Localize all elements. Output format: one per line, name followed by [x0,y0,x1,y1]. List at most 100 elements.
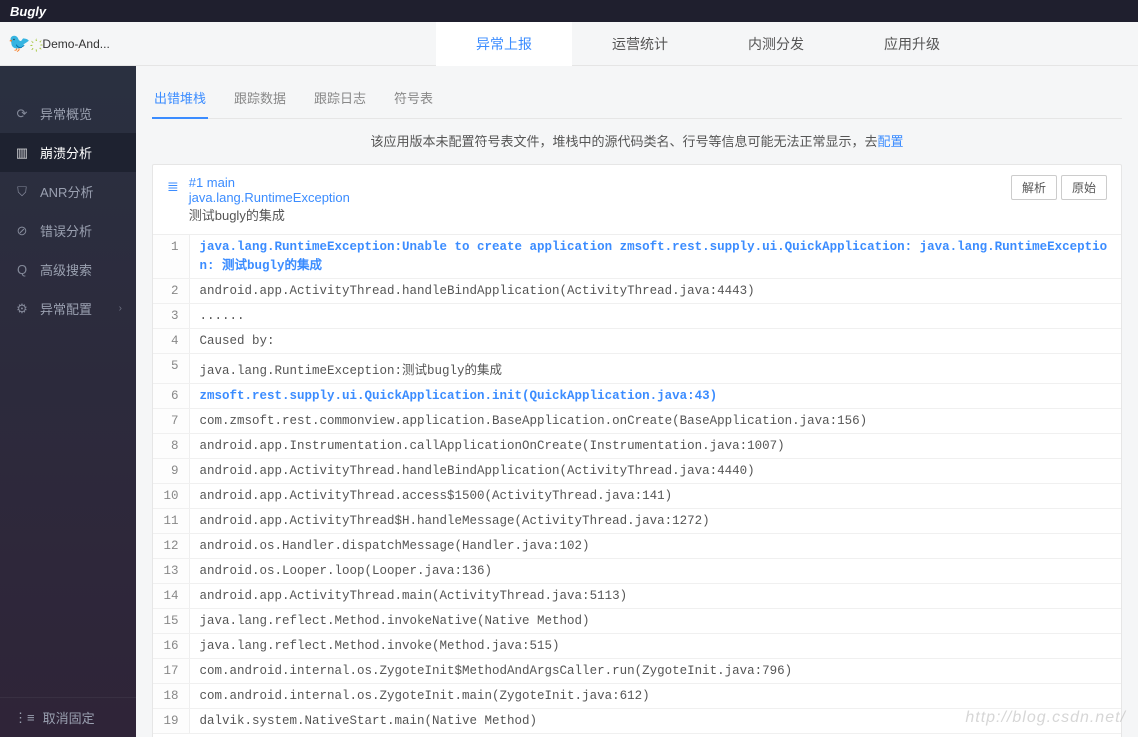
stack-row: 16java.lang.reflect.Method.invoke(Method… [153,634,1121,659]
line-number: 11 [153,509,189,534]
sub-tab-0[interactable]: 出错堆栈 [152,82,208,119]
stack-row: 11android.app.ActivityThread$H.handleMes… [153,509,1121,534]
line-number: 17 [153,659,189,684]
line-number: 6 [153,384,189,409]
stack-line: android.app.ActivityThread.handleBindApp… [189,279,1121,304]
stack-line: Caused by: [189,329,1121,354]
pulse-icon: ⛉ [14,184,30,200]
sidebar-item-label: 崩溃分析 [40,143,92,162]
top-tab-2[interactable]: 内测分发 [708,22,844,66]
sidebar-item-2[interactable]: ⛉ANR分析 [0,172,136,211]
line-number: 16 [153,634,189,659]
chevron-right-icon: › [119,303,122,314]
sidebar-item-5[interactable]: ⚙ 异常配置 › [0,289,136,328]
stack-row: 18com.android.internal.os.ZygoteInit.mai… [153,684,1121,709]
stack-line: com.zmsoft.rest.commonview.application.B… [189,409,1121,434]
stack-line: dalvik.system.NativeStart.main(Native Me… [189,709,1121,734]
stack-row: 2android.app.ActivityThread.handleBindAp… [153,279,1121,304]
stack-line: zmsoft.rest.supply.ui.QuickApplication.i… [189,384,1121,409]
top-tab-1[interactable]: 运营统计 [572,22,708,66]
sidebar-item-4[interactable]: Q 高级搜索 [0,250,136,289]
sidebar-unpin-label: 取消固定 [43,708,95,727]
stack-line: android.app.ActivityThread.access$1500(A… [189,484,1121,509]
symbol-config-notice: 该应用版本未配置符号表文件，堆栈中的源代码类名、行号等信息可能无法正常显示，去配… [152,131,1122,150]
stack-row: 7com.zmsoft.rest.commonview.application.… [153,409,1121,434]
stack-line: android.os.Handler.dispatchMessage(Handl… [189,534,1121,559]
stack-row: 5java.lang.RuntimeException:测试bugly的集成 [153,354,1121,384]
stack-row: 4Caused by: [153,329,1121,354]
raw-button[interactable]: 原始 [1061,175,1107,200]
stack-line: java.lang.reflect.Method.invoke(Method.j… [189,634,1121,659]
app-selector[interactable]: 🐦 ҉ Demo-And... [0,33,136,54]
clock-icon: ⟳ [14,106,30,122]
sidebar-item-1[interactable]: ▥崩溃分析 [0,133,136,172]
top-tabs: 异常上报运营统计内测分发应用升级 [436,22,980,66]
top-tab-0[interactable]: 异常上报 [436,22,572,66]
bugly-logo-icon: 🐦 [8,33,30,54]
stack-row: 15java.lang.reflect.Method.invokeNative(… [153,609,1121,634]
top-tab-3[interactable]: 应用升级 [844,22,980,66]
notice-config-link[interactable]: 配置 [878,134,904,149]
stack-line: android.app.ActivityThread$H.handleMessa… [189,509,1121,534]
search-icon: Q [14,262,30,277]
stack-line: ...... [189,304,1121,329]
sidebar-item-3[interactable]: ⊘ 错误分析 [0,211,136,250]
stack-row: 17com.android.internal.os.ZygoteInit$Met… [153,659,1121,684]
sidebar-item-label: 异常配置 [40,299,92,318]
line-number: 1 [153,235,189,279]
stack-line: java.lang.reflect.Method.invokeNative(Na… [189,609,1121,634]
parse-button[interactable]: 解析 [1011,175,1057,200]
stack-panel: ≣ #1 main java.lang.RuntimeException 测试b… [152,164,1122,737]
line-number: 19 [153,709,189,734]
warn-icon: ⊘ [14,223,30,239]
app-name: Demo-And... [42,37,109,51]
line-number: 15 [153,609,189,634]
line-number: 4 [153,329,189,354]
sidebar-item-label: 错误分析 [40,221,92,240]
brand-logo: Bugly [10,4,46,19]
stack-line: com.android.internal.os.ZygoteInit.main(… [189,684,1121,709]
stack-icon: ≣ [167,178,179,195]
stack-line: android.app.ActivityThread.handleBindApp… [189,459,1121,484]
header-bar: 🐦 ҉ Demo-And... 异常上报运营统计内测分发应用升级 [0,22,1138,66]
crash-thread-title[interactable]: #1 main [189,175,350,190]
line-number: 3 [153,304,189,329]
gear-icon: ⚙ [14,301,30,317]
line-number: 5 [153,354,189,384]
sub-tabs: 出错堆栈跟踪数据跟踪日志符号表 [152,82,1122,119]
stack-row: 8android.app.Instrumentation.callApplica… [153,434,1121,459]
stack-row: 6zmsoft.rest.supply.ui.QuickApplication.… [153,384,1121,409]
sub-tab-1[interactable]: 跟踪数据 [232,82,288,118]
sidebar-item-label: 异常概览 [40,104,92,123]
sub-tab-3[interactable]: 符号表 [392,82,435,118]
main-content: 出错堆栈跟踪数据跟踪日志符号表 该应用版本未配置符号表文件，堆栈中的源代码类名、… [136,66,1138,737]
line-number: 8 [153,434,189,459]
crash-message: 测试bugly的集成 [189,205,350,224]
stack-panel-header: ≣ #1 main java.lang.RuntimeException 测试b… [153,165,1121,235]
list-icon: ⋮≡ [14,710,35,726]
line-number: 7 [153,409,189,434]
stack-row: 10android.app.ActivityThread.access$1500… [153,484,1121,509]
stack-line: android.app.Instrumentation.callApplicat… [189,434,1121,459]
stack-trace-table: 1java.lang.RuntimeException:Unable to cr… [153,235,1121,734]
stack-line: java.lang.RuntimeException:测试bugly的集成 [189,354,1121,384]
notice-text: 该应用版本未配置符号表文件，堆栈中的源代码类名、行号等信息可能无法正常显示，去 [370,134,877,149]
line-number: 10 [153,484,189,509]
sidebar-unpin[interactable]: ⋮≡ 取消固定 [0,697,136,737]
stack-line: java.lang.RuntimeException:Unable to cre… [189,235,1121,279]
sidebar-item-label: 高级搜索 [40,260,92,279]
stack-line: com.android.internal.os.ZygoteInit$Metho… [189,659,1121,684]
stack-row: 1java.lang.RuntimeException:Unable to cr… [153,235,1121,279]
stack-line: android.os.Looper.loop(Looper.java:136) [189,559,1121,584]
line-number: 12 [153,534,189,559]
sidebar-item-0[interactable]: ⟳ 异常概览 [0,94,136,133]
stack-row: 9android.app.ActivityThread.handleBindAp… [153,459,1121,484]
sub-tab-2[interactable]: 跟踪日志 [312,82,368,118]
crash-exception-class[interactable]: java.lang.RuntimeException [189,190,350,205]
stack-row: 14android.app.ActivityThread.main(Activi… [153,584,1121,609]
stack-row: 13android.os.Looper.loop(Looper.java:136… [153,559,1121,584]
line-number: 9 [153,459,189,484]
line-number: 13 [153,559,189,584]
stack-row: 3...... [153,304,1121,329]
app-titlebar: Bugly [0,0,1138,22]
